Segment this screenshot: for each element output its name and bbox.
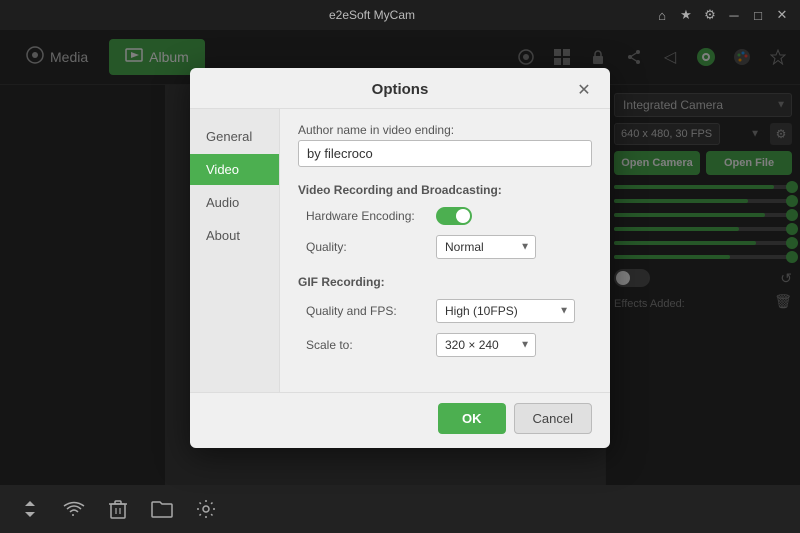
title-bar: e2eSoft MyCam ⌂ ★ ⚙ ─ □ ✕ bbox=[0, 0, 800, 30]
quality-fps-label: Quality and FPS: bbox=[306, 304, 426, 318]
settings-bottom-icon[interactable] bbox=[192, 495, 220, 523]
sidebar-audio[interactable]: Audio bbox=[190, 187, 279, 218]
folder-icon[interactable] bbox=[148, 495, 176, 523]
dialog-footer: OK Cancel bbox=[190, 392, 610, 448]
window-controls: ⌂ ★ ⚙ ─ □ ✕ bbox=[654, 7, 790, 23]
sidebar-video[interactable]: Video bbox=[190, 154, 279, 185]
settings-icon[interactable]: ⚙ bbox=[702, 7, 718, 23]
quality-label: Quality: bbox=[306, 240, 426, 254]
quality-fps-row: Quality and FPS: Low (5FPS) High (10FPS)… bbox=[306, 299, 592, 323]
dialog-sidebar: General Video Audio About bbox=[190, 109, 280, 392]
scale-to-select-wrapper: 160 × 120 320 × 240 640 × 480 ▼ bbox=[436, 333, 536, 357]
close-icon[interactable]: ✕ bbox=[774, 7, 790, 23]
wifi-icon[interactable] bbox=[60, 495, 88, 523]
maximize-icon[interactable]: □ bbox=[750, 7, 766, 23]
hardware-encoding-toggle[interactable] bbox=[436, 207, 472, 225]
sidebar-general[interactable]: General bbox=[190, 121, 279, 152]
scale-to-select[interactable]: 160 × 120 320 × 240 640 × 480 bbox=[436, 333, 536, 357]
author-label: Author name in video ending: bbox=[298, 123, 592, 137]
author-field-group: Author name in video ending: bbox=[298, 123, 592, 167]
video-recording-label: Video Recording and Broadcasting: bbox=[298, 183, 592, 197]
hardware-encoding-row: Hardware Encoding: bbox=[306, 207, 592, 225]
hardware-encoding-label: Hardware Encoding: bbox=[306, 209, 426, 223]
dialog-header: Options ✕ bbox=[190, 68, 610, 109]
delete-icon[interactable] bbox=[104, 495, 132, 523]
quality-row: Quality: Low Normal High Very High ▼ bbox=[306, 235, 592, 259]
dialog-title: Options bbox=[226, 81, 574, 98]
quality-select-wrapper: Low Normal High Very High ▼ bbox=[436, 235, 536, 259]
scale-to-row: Scale to: 160 × 120 320 × 240 640 × 480 … bbox=[306, 333, 592, 357]
dialog-content: Author name in video ending: Video Recor… bbox=[280, 109, 610, 392]
gif-recording-label: GIF Recording: bbox=[298, 275, 592, 289]
dialog-close-button[interactable]: ✕ bbox=[574, 80, 594, 100]
app-title: e2eSoft MyCam bbox=[90, 8, 654, 22]
scale-to-label: Scale to: bbox=[306, 338, 426, 352]
cancel-button[interactable]: Cancel bbox=[514, 403, 592, 434]
options-dialog: Options ✕ General Video Audio About Auth… bbox=[190, 68, 610, 448]
ok-button[interactable]: OK bbox=[438, 403, 506, 434]
author-input[interactable] bbox=[298, 140, 592, 167]
bottom-bar bbox=[0, 485, 800, 533]
home-icon[interactable]: ⌂ bbox=[654, 7, 670, 23]
quality-fps-select-wrapper: Low (5FPS) High (10FPS) Very High (20FPS… bbox=[436, 299, 575, 323]
swap-icon[interactable] bbox=[16, 495, 44, 523]
dialog-body: General Video Audio About Author name in… bbox=[190, 109, 610, 392]
modal-overlay: Options ✕ General Video Audio About Auth… bbox=[0, 30, 800, 485]
bookmark-icon[interactable]: ★ bbox=[678, 7, 694, 23]
hardware-encoding-knob bbox=[456, 209, 470, 223]
quality-fps-select[interactable]: Low (5FPS) High (10FPS) Very High (20FPS… bbox=[436, 299, 575, 323]
minimize-icon[interactable]: ─ bbox=[726, 7, 742, 23]
sidebar-about[interactable]: About bbox=[190, 220, 279, 251]
quality-select[interactable]: Low Normal High Very High bbox=[436, 235, 536, 259]
